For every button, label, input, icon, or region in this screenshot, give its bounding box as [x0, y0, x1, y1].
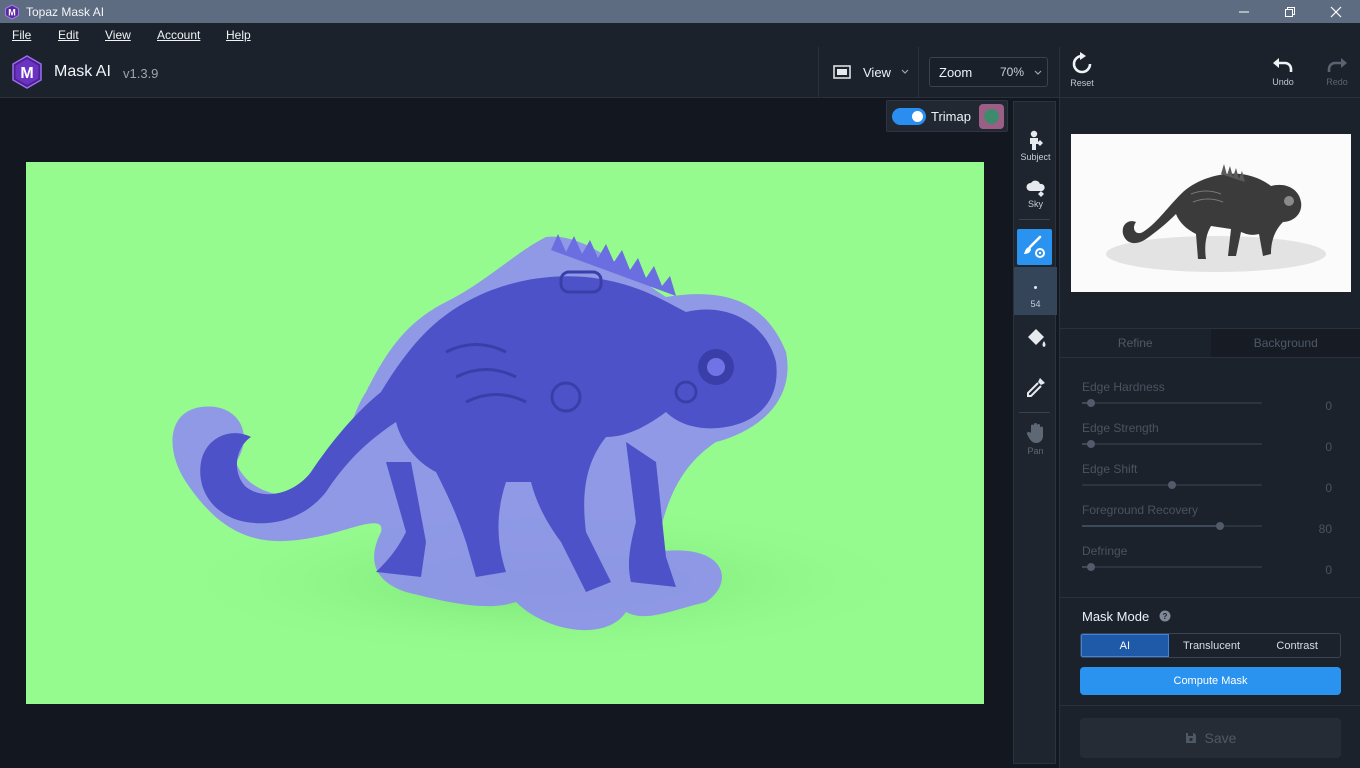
app-logo-icon: M: [5, 3, 19, 20]
brush-size-value: 54: [1030, 299, 1041, 309]
mask-preview-image[interactable]: [26, 162, 984, 704]
pan-tool[interactable]: Pan: [1014, 422, 1057, 456]
zoom-dropdown[interactable]: Zoom 70%: [929, 57, 1048, 87]
minimize-icon: [1239, 11, 1249, 12]
zoom-label: Zoom: [939, 65, 973, 80]
reset-button[interactable]: Reset: [1066, 52, 1098, 88]
window-title: Topaz Mask AI: [26, 4, 105, 19]
edge-hardness-slider[interactable]: Edge Hardness 0: [1082, 380, 1340, 416]
slider-value[interactable]: 0: [1272, 437, 1332, 457]
sky-label: Sky: [1027, 199, 1043, 209]
trimap-label: Trimap: [931, 109, 971, 124]
slider-value[interactable]: 80: [1272, 519, 1332, 539]
title-bar: M Topaz Mask AI: [0, 0, 1360, 23]
mask-mode-label: Mask Mode: [1082, 609, 1150, 624]
undo-icon: [1273, 58, 1293, 72]
chevron-down-icon: [901, 69, 909, 74]
view-mode-icon: [833, 65, 851, 79]
mask-ai-logo-icon: M: [12, 55, 42, 89]
mask-mode-heading: Mask Mode ?: [1082, 609, 1171, 624]
eyedropper-tool[interactable]: [1014, 375, 1057, 401]
trimap-control: Trimap: [886, 100, 1008, 132]
trimap-toggle[interactable]: [892, 108, 926, 125]
menu-edit[interactable]: Edit: [58, 28, 79, 42]
slider-label: Edge Hardness: [1082, 380, 1165, 394]
mask-mode-selector: AI Translucent Contrast: [1080, 633, 1341, 658]
undo-label: Undo: [1272, 77, 1294, 87]
sky-tool[interactable]: Sky: [1014, 179, 1057, 209]
svg-text:M: M: [8, 7, 16, 17]
slider-label: Edge Shift: [1082, 462, 1138, 476]
chevron-down-icon: [1034, 70, 1042, 75]
brush-size-indicator[interactable]: 54: [1014, 267, 1057, 315]
redo-button[interactable]: Redo: [1321, 55, 1353, 87]
mask-mode-contrast[interactable]: Contrast: [1254, 634, 1340, 657]
subject-tool[interactable]: Subject: [1014, 130, 1057, 162]
view-mode-button[interactable]: View: [818, 47, 918, 97]
tab-refine[interactable]: Refine: [1060, 329, 1211, 357]
reset-label: Reset: [1070, 78, 1094, 88]
zoom-value: 70%: [1000, 65, 1025, 79]
svg-text:M: M: [20, 65, 33, 82]
trimap-color-swatch[interactable]: [979, 104, 1004, 129]
eyedropper-icon: [1026, 378, 1045, 397]
svg-text:?: ?: [1162, 612, 1167, 621]
subject-icon: [1029, 130, 1043, 150]
main-toolbar: M Mask AI v1.3.9 View Zoom 70% Reset Und…: [0, 47, 1360, 98]
original-thumbnail[interactable]: [1071, 134, 1351, 292]
redo-icon: [1327, 58, 1347, 72]
slider-label: Foreground Recovery: [1082, 503, 1199, 517]
foreground-recovery-slider[interactable]: Foreground Recovery 80: [1082, 503, 1340, 539]
slider-value[interactable]: 0: [1272, 560, 1332, 580]
app-version: v1.3.9: [123, 66, 159, 81]
save-icon: [1185, 733, 1196, 743]
help-icon[interactable]: ?: [1159, 610, 1171, 622]
panel-tabs: Refine Background: [1060, 328, 1360, 358]
pan-label: Pan: [1027, 446, 1044, 456]
fill-tool[interactable]: [1014, 327, 1057, 353]
edge-strength-slider[interactable]: Edge Strength 0: [1082, 421, 1340, 457]
slider-label: Defringe: [1082, 544, 1128, 558]
chameleon-thumbnail: [1106, 164, 1326, 272]
tool-strip: Subject Sky 54 Pan: [1013, 101, 1057, 764]
compute-mask-button[interactable]: Compute Mask: [1080, 667, 1341, 695]
menu-bar: File Edit View Account Help: [0, 23, 1360, 47]
menu-help[interactable]: Help: [226, 28, 251, 42]
hand-icon: [1026, 423, 1043, 443]
save-button[interactable]: Save: [1080, 718, 1341, 758]
restore-icon: [1285, 6, 1295, 17]
slider-value[interactable]: 0: [1272, 396, 1332, 416]
redo-label: Redo: [1326, 77, 1348, 87]
defringe-slider[interactable]: Defringe 0: [1082, 544, 1340, 580]
subject-label: Subject: [1020, 152, 1051, 162]
app-name: Mask AI: [54, 63, 111, 80]
mask-mode-ai[interactable]: AI: [1081, 634, 1169, 657]
slider-value[interactable]: 0: [1272, 478, 1332, 498]
right-panel: Refine Background Edge Hardness 0 Edge S…: [1059, 98, 1360, 768]
menu-file[interactable]: File: [12, 28, 31, 42]
close-button[interactable]: [1313, 0, 1359, 23]
view-label: View: [863, 64, 891, 80]
maximize-button[interactable]: [1267, 0, 1313, 23]
minimize-button[interactable]: [1221, 0, 1267, 23]
masked-chameleon-image: [166, 234, 926, 662]
sky-icon: [1025, 180, 1045, 197]
save-label: Save: [1204, 730, 1237, 746]
undo-button[interactable]: Undo: [1267, 55, 1299, 87]
slider-label: Edge Strength: [1082, 421, 1159, 435]
menu-view[interactable]: View: [105, 28, 131, 42]
brush-tool[interactable]: [1017, 229, 1052, 265]
brush-settings-icon: [1024, 235, 1045, 258]
reset-icon: [1072, 52, 1092, 74]
paint-bucket-icon: [1027, 329, 1045, 347]
close-icon: [1330, 6, 1342, 17]
mask-mode-translucent[interactable]: Translucent: [1169, 634, 1255, 657]
tab-background[interactable]: Background: [1210, 329, 1360, 357]
menu-account[interactable]: Account: [157, 28, 200, 42]
edge-shift-slider[interactable]: Edge Shift 0: [1082, 462, 1340, 498]
